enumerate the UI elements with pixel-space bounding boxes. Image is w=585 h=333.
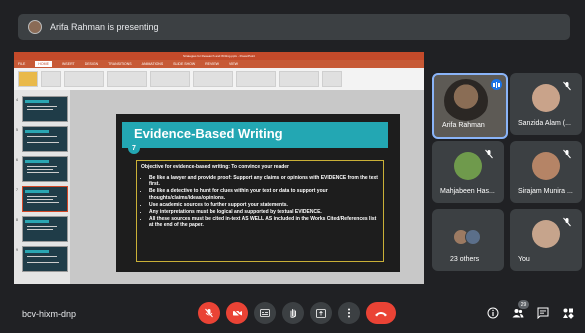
meeting-details-button[interactable]	[486, 306, 500, 320]
slide-bullet: Be like a detective to hunt for clues wi…	[149, 188, 379, 200]
speaking-indicator-icon	[491, 79, 502, 90]
participant-name: Mahjabeen Has...	[440, 188, 495, 195]
slide-title-banner: Evidence-Based Writing	[122, 122, 388, 148]
slide-thumbnail: 4	[16, 96, 68, 122]
ppt-tab-active: HOME	[35, 61, 52, 67]
camera-toggle-button[interactable]	[226, 302, 248, 324]
mic-off-icon	[205, 308, 213, 318]
participant-tile[interactable]: Sirajam Munira ...	[510, 141, 582, 203]
ppt-tab: REVIEW	[205, 62, 219, 66]
paste-icon	[18, 71, 38, 87]
ppt-tab: VIEW	[228, 62, 238, 66]
current-slide: Evidence-Based Writing 7 Objective for e…	[116, 114, 400, 272]
mic-off-icon	[563, 217, 571, 227]
others-tile[interactable]: 23 others	[432, 209, 504, 271]
slide-thumbnail-selected: 7	[16, 186, 68, 212]
slide-thumbnail: 8	[16, 216, 68, 242]
ppt-tab: TRANSITIONS	[108, 62, 132, 66]
avatar	[532, 219, 560, 248]
activities-button[interactable]	[561, 306, 575, 320]
slide-bullet: Be like a lawyer and provide proof: Supp…	[149, 175, 379, 187]
more-options-button[interactable]	[338, 302, 360, 324]
slide-thumbnail: 9	[16, 246, 68, 272]
others-count: 23 others	[450, 256, 480, 263]
mic-off-icon	[563, 81, 571, 91]
end-call-icon	[375, 311, 387, 316]
activities-icon	[563, 308, 574, 319]
avatar	[454, 151, 482, 180]
ppt-tab: INSERT	[61, 62, 75, 66]
ribbon-group	[193, 71, 233, 87]
avatar	[532, 83, 560, 112]
mic-toggle-button[interactable]	[198, 302, 220, 324]
slide-thumbnail: 5	[16, 126, 68, 152]
shared-screen: Strategies for Research and Writing.pptx…	[14, 52, 424, 284]
avatar	[465, 228, 481, 245]
ppt-tab: SLIDE SHOW	[173, 62, 196, 66]
self-tile[interactable]: You	[510, 209, 582, 271]
camera-off-icon	[232, 308, 242, 318]
presenting-banner: Arifa Rahman is presenting	[18, 14, 570, 40]
presenter-avatar	[28, 20, 42, 34]
ppt-tab: ANIMATIONS	[141, 62, 164, 66]
presenting-text: Arifa Rahman is presenting	[50, 22, 159, 32]
participant-tile-presenter[interactable]: Arifa Rahman	[432, 73, 508, 139]
participant-tile[interactable]: Mahjabeen Has...	[432, 141, 504, 203]
captions-icon	[260, 309, 270, 317]
more-vert-icon	[348, 308, 350, 318]
others-avatars	[453, 228, 483, 245]
leave-call-button[interactable]	[366, 302, 396, 324]
avatar	[532, 151, 560, 180]
ribbon-group	[322, 71, 342, 87]
slide-bullet: All these sources must be cited in-text …	[149, 216, 379, 228]
captions-button[interactable]	[254, 302, 276, 324]
chat-icon	[537, 307, 549, 319]
slide-bullets: Be like a lawyer and provide proof: Supp…	[141, 175, 379, 229]
slide-number-badge: 7	[128, 142, 140, 154]
ribbon-group	[279, 71, 319, 87]
slide-bullet: Use academic sources to further support …	[149, 202, 379, 208]
slide-content-box: Objective for evidence-based writing: To…	[136, 160, 384, 262]
participant-tile[interactable]: Sanzida Alam (...	[510, 73, 582, 135]
participant-name: Sirajam Munira ...	[518, 188, 573, 195]
ribbon-group	[107, 71, 147, 87]
raise-hand-button[interactable]	[282, 302, 304, 324]
participant-name: Arifa Rahman	[442, 122, 485, 129]
participant-name: Sanzida Alam (...	[518, 120, 571, 127]
ribbon-group	[41, 71, 61, 87]
slide-thumbnail: 6	[16, 156, 68, 182]
ppt-ribbon	[14, 68, 424, 91]
meeting-code: bcv-hixm-dnp	[22, 309, 77, 319]
info-icon	[487, 307, 499, 319]
slide-thumbnails: 4 5 6 7 8 9	[14, 90, 70, 284]
ribbon-group	[236, 71, 276, 87]
ribbon-group	[64, 71, 104, 87]
hand-icon	[290, 309, 296, 318]
ppt-title-bar: Strategies for Research and Writing.pptx…	[14, 52, 424, 60]
ppt-window-title: Strategies for Research and Writing.pptx…	[183, 54, 255, 58]
chat-button[interactable]	[536, 306, 550, 320]
ppt-tab: FILE	[18, 62, 26, 66]
present-button[interactable]	[310, 302, 332, 324]
slide-bullet: Any interpretations must be logical and …	[149, 209, 379, 215]
participant-name: You	[518, 256, 530, 263]
ppt-ribbon-tabs: FILE HOME INSERT DESIGN TRANSITIONS ANIM…	[14, 60, 424, 68]
mic-off-icon	[485, 149, 493, 159]
people-count-badge: 29	[518, 300, 529, 309]
presenter-video	[444, 79, 488, 123]
mic-off-icon	[563, 149, 571, 159]
ribbon-group	[150, 71, 190, 87]
slide-title: Evidence-Based Writing	[134, 126, 283, 141]
ppt-tab: DESIGN	[84, 62, 99, 66]
slide-objective: Objective for evidence-based writing: To…	[141, 164, 290, 170]
present-icon	[316, 308, 326, 318]
